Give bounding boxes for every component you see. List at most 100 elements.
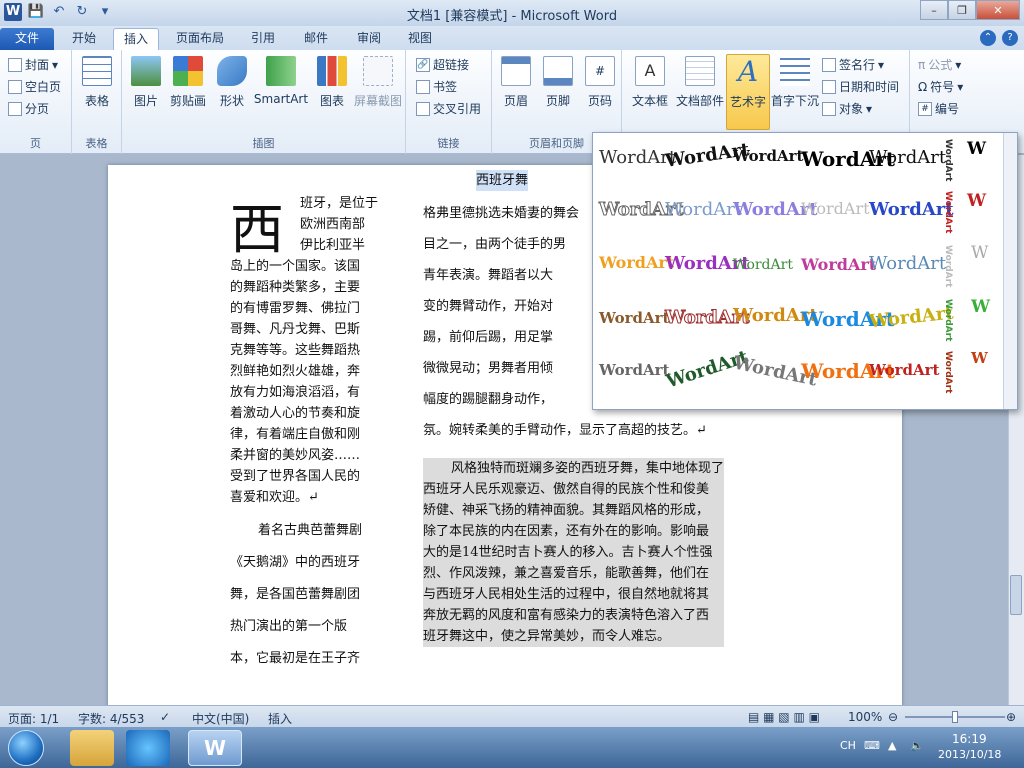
left-column-second-para: 着名古典芭蕾舞剧 《天鹅湖》中的西班牙 舞，是各国芭蕾舞剧团 热门演出的第一个版 本，它… [230,523,363,666]
picture-button[interactable]: 图片 [124,54,168,109]
footer-button[interactable]: 页脚 [536,54,580,109]
wordart-vertical-style[interactable]: WordArt [943,351,953,393]
zoom-slider-thumb[interactable] [952,711,958,723]
wordart-style[interactable]: WordArt [869,147,946,168]
group-label-tables: 表格 [85,137,108,150]
collapse-ribbon-icon[interactable]: ⌃ [980,30,996,46]
zoom-out-icon[interactable]: ⊖ [888,710,898,724]
explorer-icon[interactable] [70,730,114,766]
wordart-short-style[interactable]: W [971,297,990,317]
screenshot-button[interactable]: 屏幕截图 [352,54,404,109]
hyperlink-button[interactable]: 🔗 超链接 [416,56,469,73]
wordart-short-style[interactable]: W [967,139,986,159]
symbol-button[interactable]: Ω 符号 ▾ [918,78,963,95]
tab-review[interactable]: 审阅 [347,28,391,50]
wordart-short-style[interactable]: W [971,243,988,263]
word-count[interactable]: 字数: 4/553 [78,710,144,727]
cover-page-button[interactable]: 封面 ▾ [8,56,58,73]
hyperlink-icon: 🔗 [416,57,430,72]
start-button[interactable] [8,730,44,766]
wordart-gallery: WordArt WordArt WordArt WordArt WordArt … [592,132,1018,410]
close-button[interactable]: ✕ [976,0,1020,20]
tab-mailings[interactable]: 邮件 [294,28,338,50]
zoom-in-icon[interactable]: ⊕ [1006,710,1016,724]
wordart-style[interactable]: WordArt [599,253,674,272]
page-number-icon: # [585,56,615,86]
keyboard-icon[interactable]: ⌨ [864,739,880,752]
table-icon [82,56,112,86]
language-indicator[interactable]: 中文(中国) [192,710,249,727]
minimize-button[interactable]: – [920,0,948,20]
object-button[interactable]: 对象 ▾ [822,100,872,117]
numbering-button[interactable]: # 编号 [918,100,959,117]
clock-time[interactable]: 16:19 [952,732,987,746]
shaded-paragraph: 风格独特而斑斓多姿的西班牙舞，集中地体现了 西班牙人民乐观豪迈、傲然自得的民族个性… [423,458,725,647]
insert-mode[interactable]: 插入 [268,710,292,727]
quick-parts-button[interactable]: 文档部件 [674,54,726,109]
wordart-style[interactable]: WordArt [733,257,793,273]
wordart-vertical-style[interactable]: WordArt [943,299,953,341]
group-tables: 表格 表格 [72,50,122,154]
maximize-button[interactable]: ❐ [948,0,976,20]
group-label-illustrations: 插图 [252,137,275,150]
wordart-style[interactable]: WordArt [599,309,670,327]
tab-file[interactable]: 文件 [0,28,54,50]
ime-indicator[interactable]: CH [840,739,856,752]
wordart-style[interactable]: WordArt [869,253,946,274]
wordart-button[interactable]: A 艺术字 [726,54,770,130]
header-button[interactable]: 页眉 [494,54,538,109]
blank-page-button[interactable]: 空白页 [8,78,61,95]
group-label-links: 链接 [437,137,460,150]
page-number-button[interactable]: # 页码 [578,54,622,109]
word-taskbar-icon[interactable]: W [188,730,242,766]
wordart-vertical-style[interactable]: WordArt [943,139,953,181]
group-label-pages: 页 [30,137,41,150]
wordart-vertical-style[interactable]: WordArt [943,245,953,287]
wordart-style[interactable]: WordArt [869,199,954,220]
zoom-level[interactable]: 100% [848,710,882,724]
tab-insert[interactable]: 插入 [113,28,160,50]
tab-references[interactable]: 引用 [241,28,285,50]
shapes-button[interactable]: 形状 [210,54,254,109]
scroll-thumb[interactable] [1010,575,1022,615]
gallery-scrollbar[interactable] [1003,133,1017,409]
window-controls: – ❐ ✕ [920,0,1020,20]
date-time-button[interactable]: 日期和时间 [822,78,899,95]
wordart-style[interactable]: WordArt [733,147,804,165]
network-icon[interactable]: ▲ [888,739,896,752]
dropcap-button[interactable]: 首字下沉 [770,54,820,109]
chart-button[interactable]: 图表 [310,54,354,109]
shapes-icon [217,56,247,86]
page-break-button[interactable]: 分页 [8,100,49,117]
tab-view[interactable]: 视图 [398,28,442,50]
selected-heading[interactable]: 西班牙舞 [476,170,529,191]
tab-home[interactable]: 开始 [62,28,106,50]
clipart-button[interactable]: 剪贴画 [166,54,210,109]
wordart-style[interactable]: WordArt [869,361,940,379]
wordart-short-style[interactable]: W [971,349,988,367]
picture-icon [131,56,161,86]
internet-explorer-icon[interactable] [126,730,170,766]
smartart-button[interactable]: SmartArt [252,54,310,106]
clock-date[interactable]: 2013/10/18 [938,748,1001,761]
wordart-style[interactable]: WordArt [801,255,876,274]
wordart-style[interactable]: WordArt [599,361,670,379]
equation-button[interactable]: π 公式 ▾ [918,56,961,73]
cross-reference-button[interactable]: 交叉引用 [416,100,481,117]
wordart-style[interactable]: WordArt [665,199,742,220]
page-break-icon [8,101,22,116]
title-bar: W 💾 ↶ ↻ ▾ 文档1 [兼容模式] - Microsoft Word – … [0,0,1024,26]
tab-page-layout[interactable]: 页面布局 [166,28,234,50]
help-icon[interactable]: ? [1002,30,1018,46]
wordart-vertical-style[interactable]: WordArt [943,191,953,233]
spelling-check-icon[interactable]: ✓ [160,710,170,724]
table-button[interactable]: 表格 [75,54,119,109]
page-count[interactable]: 页面: 1/1 [8,710,59,727]
wordart-style[interactable]: WordArt [801,199,870,218]
textbox-button[interactable]: A 文本框 [628,54,672,109]
signature-line-button[interactable]: 签名行 ▾ [822,56,884,73]
volume-icon[interactable]: 🔈 [910,739,924,752]
view-buttons[interactable]: ▤ ▦ ▧ ▥ ▣ [748,710,820,724]
bookmark-button[interactable]: 书签 [416,78,457,95]
wordart-short-style[interactable]: W [967,191,986,211]
